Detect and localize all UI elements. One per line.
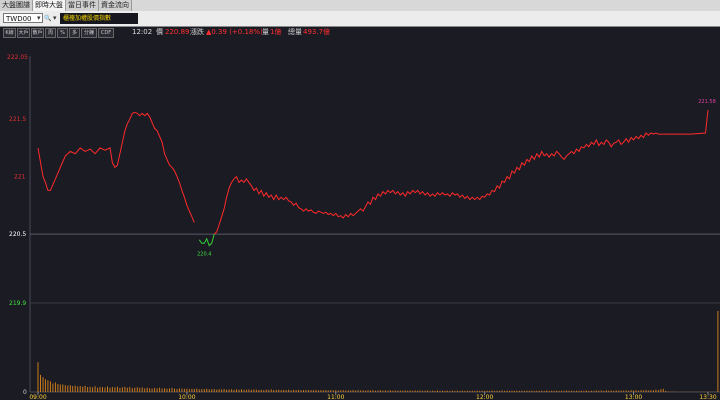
price-label: 價 — [156, 28, 163, 36]
index-name: 櫃檯加權股價指數 — [60, 13, 138, 24]
percent-button[interactable]: % — [57, 28, 68, 38]
x-tick-label: 10:00 — [178, 394, 195, 400]
price-value: 220.89 — [165, 28, 190, 36]
tab-realtime-market[interactable]: 即時大盤 — [33, 0, 66, 11]
volume-label: 量 — [262, 28, 269, 36]
tab-daily-events[interactable]: 當日事件 — [66, 0, 99, 11]
tab-fund-flow[interactable]: 資金流向 — [99, 0, 132, 11]
change-label: 漲跌 — [190, 28, 204, 36]
low-price-label: 220.4 — [197, 252, 211, 258]
search-icon[interactable]: 🔍 — [44, 14, 51, 23]
x-tick-label: 11:00 — [327, 394, 344, 400]
kline-button[interactable]: K線 — [3, 28, 16, 38]
y-tick-label: 221.5 — [9, 116, 26, 123]
y-tick-label: 220.5 — [9, 231, 26, 238]
price-line-below-reference — [198, 233, 215, 247]
x-tick-label: 12:00 — [476, 394, 493, 400]
quote-time: 12:02 — [132, 28, 153, 36]
price-line — [37, 109, 709, 235]
chart-toolbar: K線 大戶 散戶 周 % 多 分鐘 CDF 12:02 價 220.89 漲跌 … — [0, 27, 720, 38]
cdf-button[interactable]: CDF — [98, 28, 114, 38]
tab-market-overview[interactable]: 大盤圖譜 — [0, 0, 33, 11]
options-dropdown-icon[interactable]: ▾ — [53, 14, 57, 23]
minute-button[interactable]: 分鐘 — [81, 28, 97, 38]
last-price-label: 221.58 — [698, 99, 716, 105]
total-volume-value: 493.7億 — [303, 28, 331, 36]
change-value: ▲0.39 (+0.18%) — [206, 28, 263, 36]
x-tick-label: 13:30 — [699, 394, 716, 400]
volume-zero-label: 0 — [23, 389, 27, 396]
x-tick-label: 09:00 — [29, 394, 46, 400]
volume-value: 1億 — [270, 28, 282, 36]
symbol-dropdown-icon[interactable]: ▾ — [37, 14, 41, 23]
total-volume-label: 總量 — [288, 28, 302, 36]
week-button[interactable]: 周 — [45, 28, 56, 38]
large-holder-button[interactable]: 大戶 — [17, 28, 30, 38]
y-tick-label: 221 — [14, 174, 26, 181]
x-tick-label: 13:00 — [625, 394, 642, 400]
intraday-chart: 222.05 221.5 221 220.5 219.9 009:00 10:00 11:00… — [7, 54, 720, 400]
y-top-label: 222.05 — [7, 54, 28, 61]
y-bottom-label: 219.9 — [9, 300, 26, 307]
retail-button[interactable]: 散戶 — [31, 28, 44, 38]
multi-button[interactable]: 多 — [69, 28, 80, 38]
symbol-toolbar: TWD00 ▾ 🔍 ▾ 櫃檯加權股價指數 — [0, 11, 720, 27]
